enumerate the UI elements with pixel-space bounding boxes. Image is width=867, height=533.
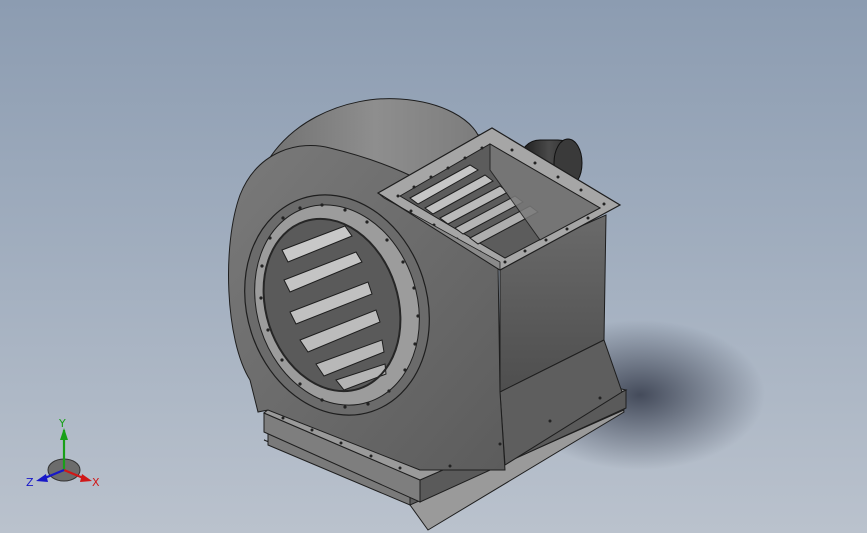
graphics-viewport[interactable]: Y X Z: [0, 0, 867, 533]
x-axis-label: X: [92, 476, 100, 489]
z-axis-arrow-icon: [36, 474, 48, 482]
y-axis-label: Y: [58, 418, 66, 430]
fan-model[interactable]: [0, 0, 867, 533]
z-axis-label: Z: [26, 476, 34, 489]
x-axis-arrow-icon: [80, 474, 92, 482]
orientation-triad[interactable]: Y X Z: [22, 418, 106, 498]
